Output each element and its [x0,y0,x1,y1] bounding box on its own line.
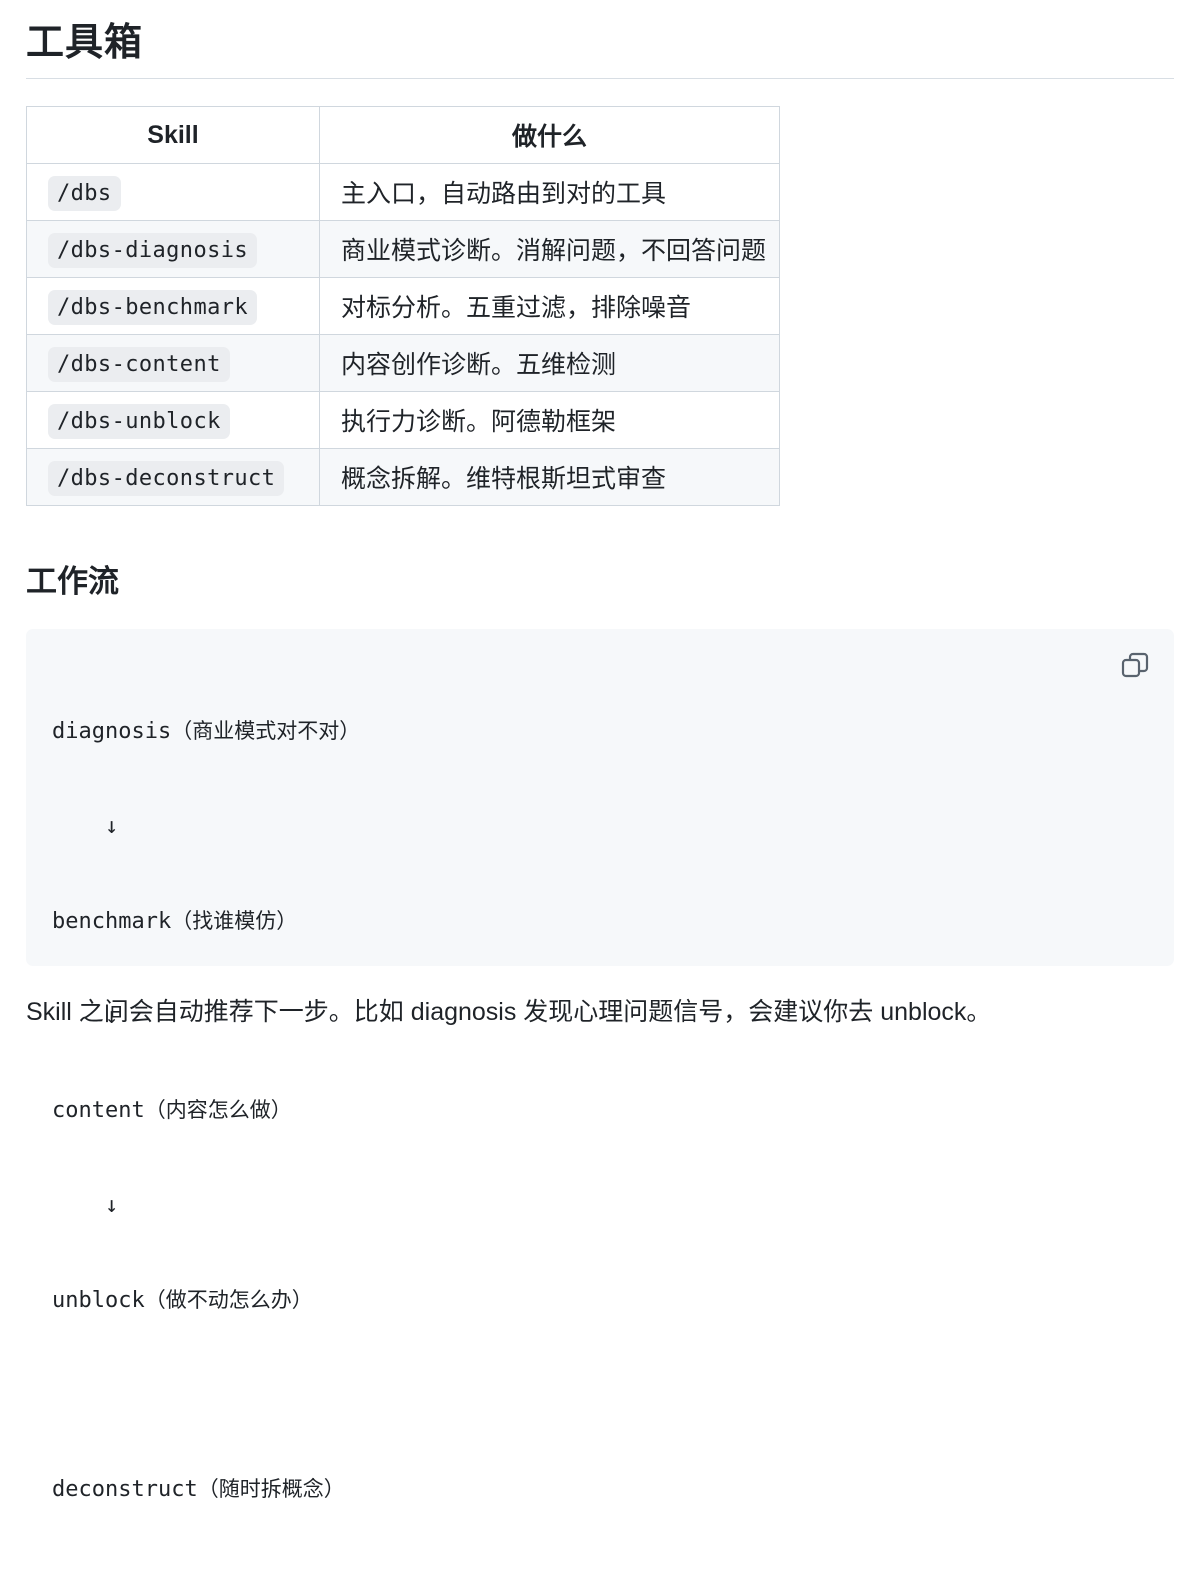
code-command: unblock [52,1287,145,1313]
skills-table: Skill 做什么 /dbs 主入口，自动路由到对的工具 /dbs-diagno… [26,106,780,506]
skill-cell: /dbs [26,163,320,221]
code-line: ↓ [52,1190,360,1222]
skill-cell: /dbs-unblock [26,391,320,449]
table-header-row: Skill 做什么 [26,106,780,164]
flow-arrow: ↓ [52,1193,119,1219]
description-cell: 内容创作诊断。五维检测 [319,334,780,392]
code-comment: （随时拆概念） [197,1477,345,1502]
heading-divider [26,78,1174,79]
code-command: deconstruct [52,1477,198,1503]
description-cell: 商业模式诊断。消解问题，不回答问题 [319,220,780,278]
skill-command: /dbs-deconstruct [48,460,285,496]
code-line: content（内容怎么做） [52,1095,360,1127]
copy-icon [1121,652,1149,678]
description-cell: 主入口，自动路由到对的工具 [319,163,780,221]
column-header-description: 做什么 [319,106,780,164]
workflow-heading: 工作流 [26,564,119,599]
code-line: ↓ [52,811,360,843]
column-header-skill: Skill [26,106,320,164]
code-command: benchmark [52,908,172,934]
table-row: /dbs 主入口，自动路由到对的工具 [26,163,780,221]
code-content: diagnosis（商业模式对不对） ↓ benchmark（找谁模仿） ↓ c… [52,653,360,1569]
table-row: /dbs-content 内容创作诊断。五维检测 [26,334,780,392]
table-row: /dbs-unblock 执行力诊断。阿德勒框架 [26,391,780,449]
code-comment: （做不动怎么办） [144,1287,313,1312]
code-command: content [52,1098,145,1124]
skill-command: /dbs [48,175,121,211]
description-cell: 对标分析。五重过滤，排除噪音 [319,277,780,335]
page-title: 工具箱 [26,22,144,64]
copy-button[interactable] [1118,649,1152,683]
footer-paragraph: Skill 之间会自动推荐下一步。比如 diagnosis 发现心理问题信号，会… [26,998,992,1026]
code-comment: （找谁模仿） [171,908,298,933]
skill-cell: /dbs-benchmark [26,277,320,335]
code-line: unblock（做不动怎么办） [52,1285,360,1317]
table-row: /dbs-diagnosis 商业模式诊断。消解问题，不回答问题 [26,220,780,278]
code-command: diagnosis [52,719,172,745]
skill-command: /dbs-unblock [48,403,230,439]
table-row: /dbs-benchmark 对标分析。五重过滤，排除噪音 [26,277,780,335]
code-comment: （商业模式对不对） [171,719,361,744]
skill-cell: /dbs-content [26,334,320,392]
table-row: /dbs-deconstruct 概念拆解。维特根斯坦式审查 [26,448,780,506]
description-cell: 概念拆解。维特根斯坦式审查 [319,448,780,506]
description-cell: 执行力诊断。阿德勒框架 [319,391,780,449]
skill-command: /dbs-diagnosis [48,232,258,268]
code-line: deconstruct（随时拆概念） [52,1474,360,1506]
flow-arrow: ↓ [52,813,119,839]
skill-command: /dbs-content [48,346,230,382]
workflow-code-block: diagnosis（商业模式对不对） ↓ benchmark（找谁模仿） ↓ c… [26,629,1174,1502]
skill-cell: /dbs-diagnosis [26,220,320,278]
code-line: diagnosis（商业模式对不对） [52,716,360,748]
skill-cell: /dbs-deconstruct [26,448,320,506]
code-comment: （内容怎么做） [144,1098,292,1123]
code-line: benchmark（找谁模仿） [52,906,360,938]
skill-command: /dbs-benchmark [48,289,258,325]
